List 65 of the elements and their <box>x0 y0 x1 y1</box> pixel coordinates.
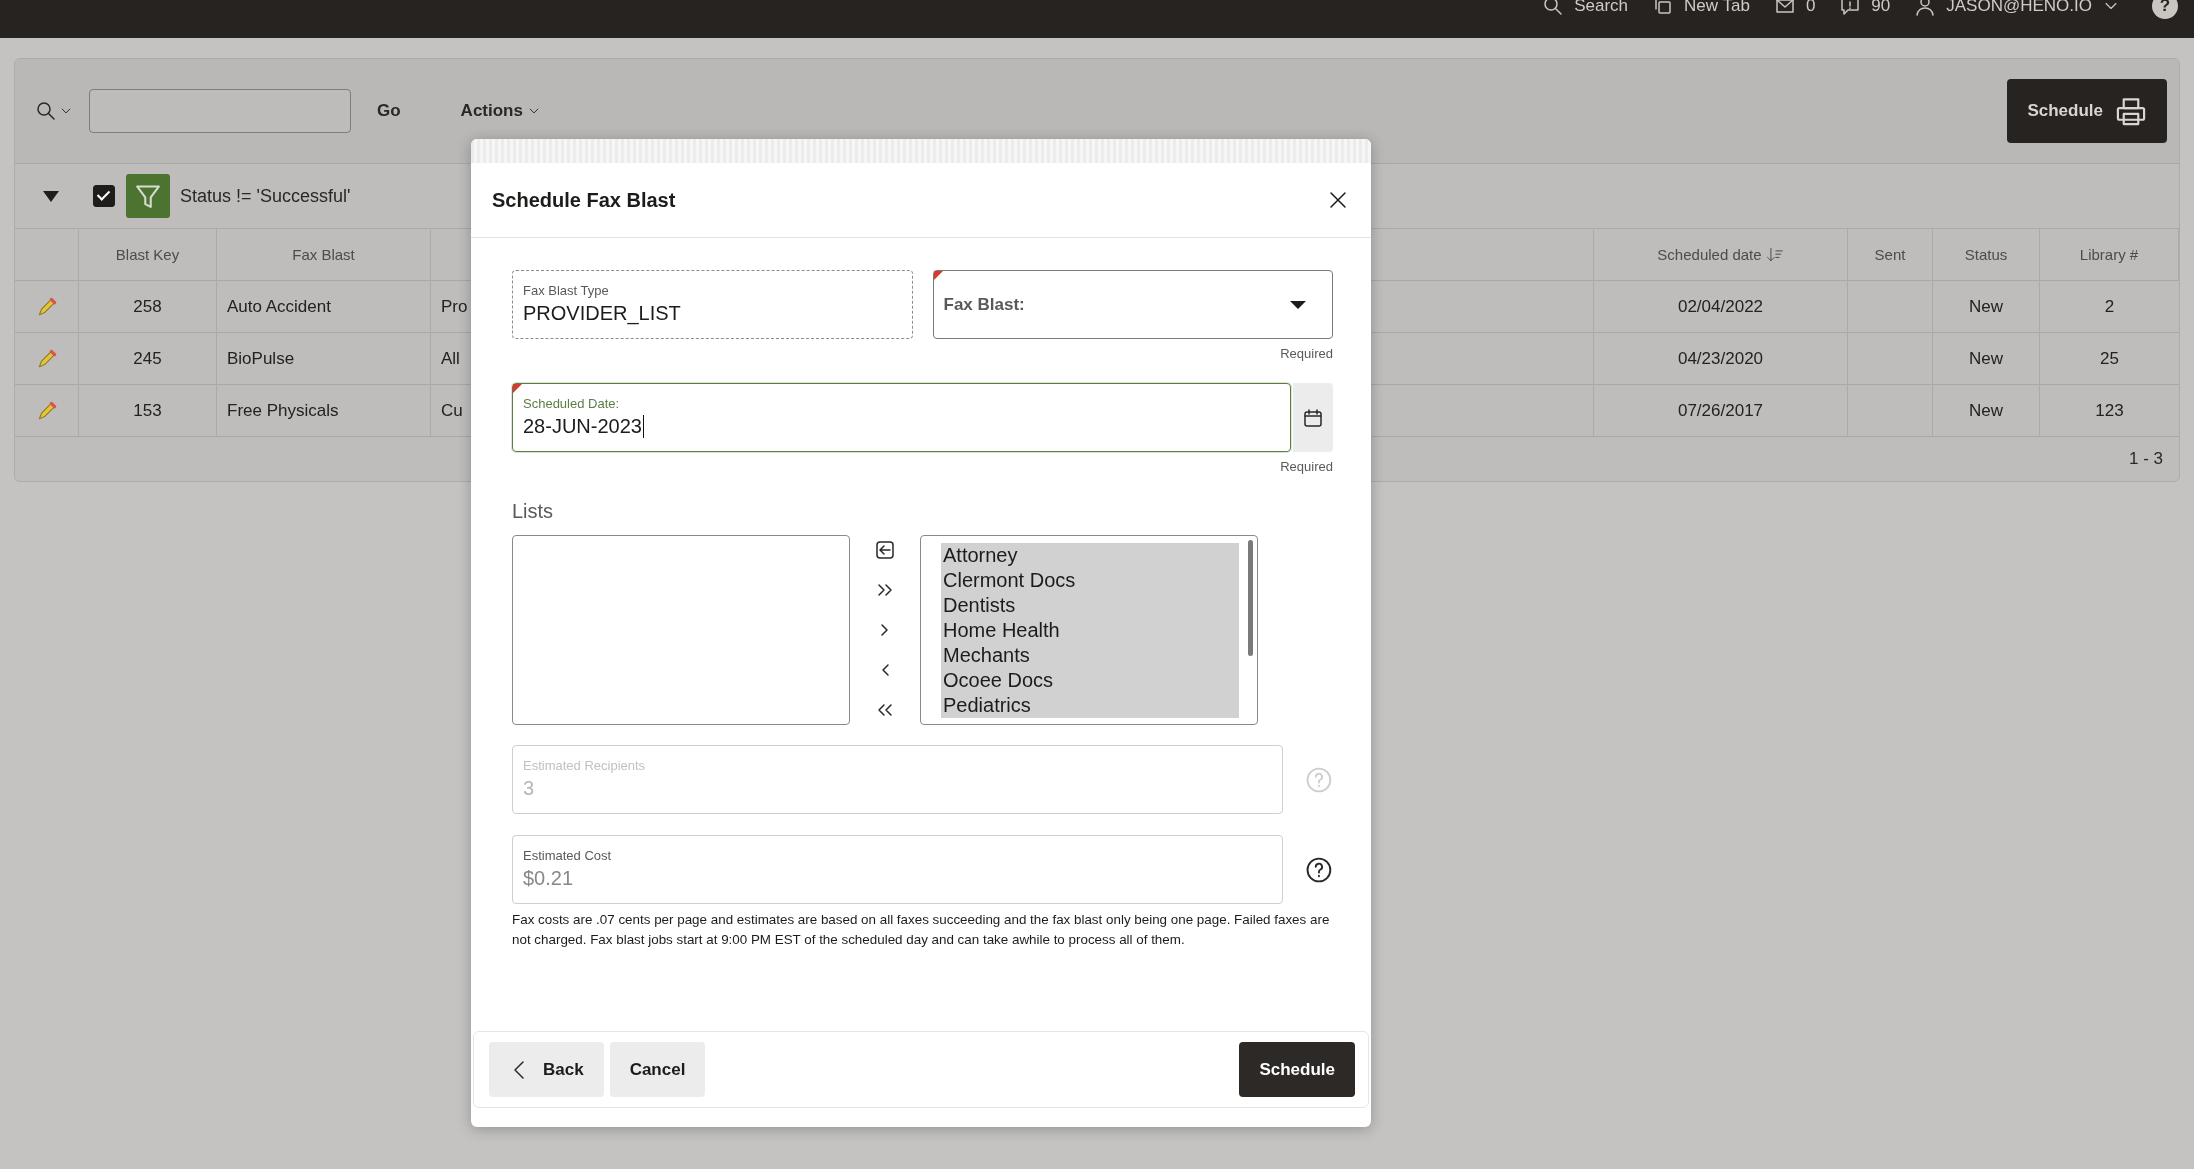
pagination-text: 1 - 3 <box>2128 449 2163 469</box>
table-cell: 153 <box>79 385 217 437</box>
table-cell: 07/26/2017 <box>1594 385 1848 437</box>
table-cell: 258 <box>79 281 217 333</box>
caret-icon[interactable] <box>1290 300 1306 309</box>
calendar-icon <box>1302 406 1324 429</box>
column-header[interactable]: Blast Key <box>79 229 217 281</box>
list-box[interactable]: Attorney Clermont Docs Dentists Home Health Mechants Ocoee Docs Pediatrics <box>920 535 1258 725</box>
date-field[interactable]: Scheduled Date: 28-JUN-2023 <box>512 383 1291 452</box>
help-icon[interactable] <box>1305 855 1333 884</box>
list-option[interactable]: Ocoee Docs <box>941 668 1239 693</box>
expand-toggle[interactable] <box>43 190 59 202</box>
column-header[interactable]: Sent <box>1848 229 1933 281</box>
list-option[interactable]: Mechants <box>941 643 1239 668</box>
text-field[interactable]: Estimated Cost $0.21 <box>512 835 1284 904</box>
column-header[interactable]: Fax Blast <box>217 229 431 281</box>
select-field[interactable]: Fax Blast: <box>932 270 1333 339</box>
top-bar-link[interactable]: 90 <box>1871 0 1891 16</box>
schedule-button[interactable]: Schedule <box>1239 1042 1355 1097</box>
calendar-button[interactable] <box>1293 383 1333 452</box>
list-option[interactable]: Attorney <box>941 543 1239 568</box>
filter-checkbox[interactable] <box>93 185 115 207</box>
table-cell: BioPulse <box>217 333 431 385</box>
reset-icon[interactable] <box>874 539 896 561</box>
column-header[interactable]: Library # <box>2040 229 2179 281</box>
scrollbar-thumb[interactable] <box>1248 540 1253 656</box>
search-icon[interactable] <box>35 100 57 122</box>
section-label: Lists <box>512 500 555 523</box>
text-field[interactable]: Fax Blast Type PROVIDER_LIST <box>512 270 913 339</box>
search-field[interactable] <box>89 89 351 133</box>
printer-icon <box>2115 95 2147 127</box>
dialog-title: Schedule Fax Blast <box>492 188 676 212</box>
table-cell: Auto Accident <box>217 281 431 333</box>
chat-icon[interactable] <box>1839 0 1862 17</box>
table-cell: New <box>1933 281 2040 333</box>
table-cell: New <box>1933 333 2040 385</box>
list-option[interactable]: Clermont Docs <box>941 568 1239 593</box>
table-cell: 02/04/2022 <box>1594 281 1848 333</box>
table-cell: 123 <box>2040 385 2179 437</box>
table-cell: 25 <box>2040 333 2179 385</box>
back-button[interactable]: Back <box>489 1042 604 1097</box>
table-cell: Free Physicals <box>217 385 431 437</box>
user-icon[interactable] <box>1914 0 1937 17</box>
cancel-button[interactable]: Cancel <box>609 1042 706 1097</box>
column-header[interactable]: Scheduled date <box>1594 229 1848 281</box>
list-option[interactable]: Pediatrics <box>941 693 1239 718</box>
table-cell: 2 <box>2040 281 2179 333</box>
table-cell: 04/23/2020 <box>1594 333 1848 385</box>
list-option[interactable]: Home Health <box>941 618 1239 643</box>
filter-text[interactable]: Status != 'Successful' <box>180 185 351 207</box>
help-text: Fax costs are .07 cents per page and estimates are based on all faxes succeeding and the fax blast only being one page. Failed faxes are not charged. Fax blast jobs start at 9:00 PM EST of the scheduled day and can take awhile to process all of them. <box>512 911 1331 949</box>
list-option[interactable]: Dentists <box>941 593 1239 618</box>
top-bar-link[interactable]: 0 <box>1805 0 1816 16</box>
search-icon[interactable] <box>1542 0 1565 17</box>
required-note: Required <box>1279 459 1333 474</box>
column-header[interactable]: Status <box>1933 229 2040 281</box>
go-button[interactable]: Go <box>377 101 401 121</box>
help-button[interactable]: ? <box>2152 0 2178 19</box>
table-cell: 245 <box>79 333 217 385</box>
table-cell: New <box>1933 385 2040 437</box>
close-icon[interactable] <box>1327 189 1349 211</box>
required-note: Required <box>1279 346 1333 361</box>
actions-menu[interactable]: Actions <box>460 101 523 121</box>
schedule-button[interactable]: Schedule <box>2007 79 2167 143</box>
filter-icon <box>126 174 170 218</box>
